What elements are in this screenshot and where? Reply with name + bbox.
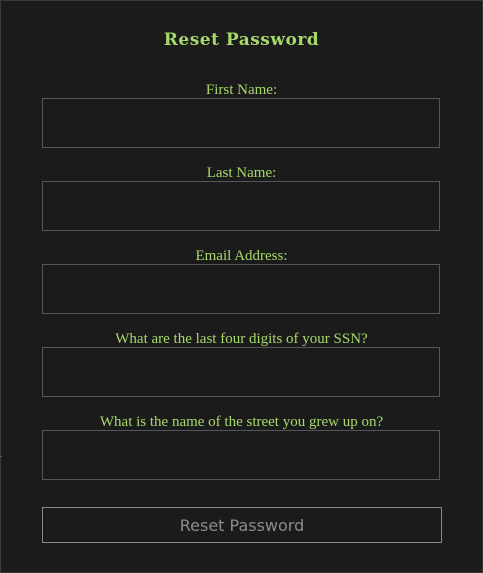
first-name-field[interactable] — [42, 98, 440, 148]
last-name-field[interactable] — [42, 181, 440, 231]
panel-edge-mark — [0, 456, 2, 457]
ssn-last-four-label: What are the last four digits of your SS… — [115, 331, 368, 347]
childhood-street-label: What is the name of the street you grew … — [99, 414, 384, 430]
page-title: Reset Password — [163, 30, 320, 50]
reset-password-button[interactable]: Reset Password — [42, 507, 442, 543]
last-name-label: Last Name: — [206, 165, 277, 181]
first-name-label: First Name: — [205, 82, 278, 98]
ssn-last-four-field[interactable] — [42, 347, 440, 397]
childhood-street-field[interactable] — [42, 430, 440, 480]
email-address-label: Email Address: — [195, 248, 288, 264]
email-address-field[interactable] — [42, 264, 440, 314]
